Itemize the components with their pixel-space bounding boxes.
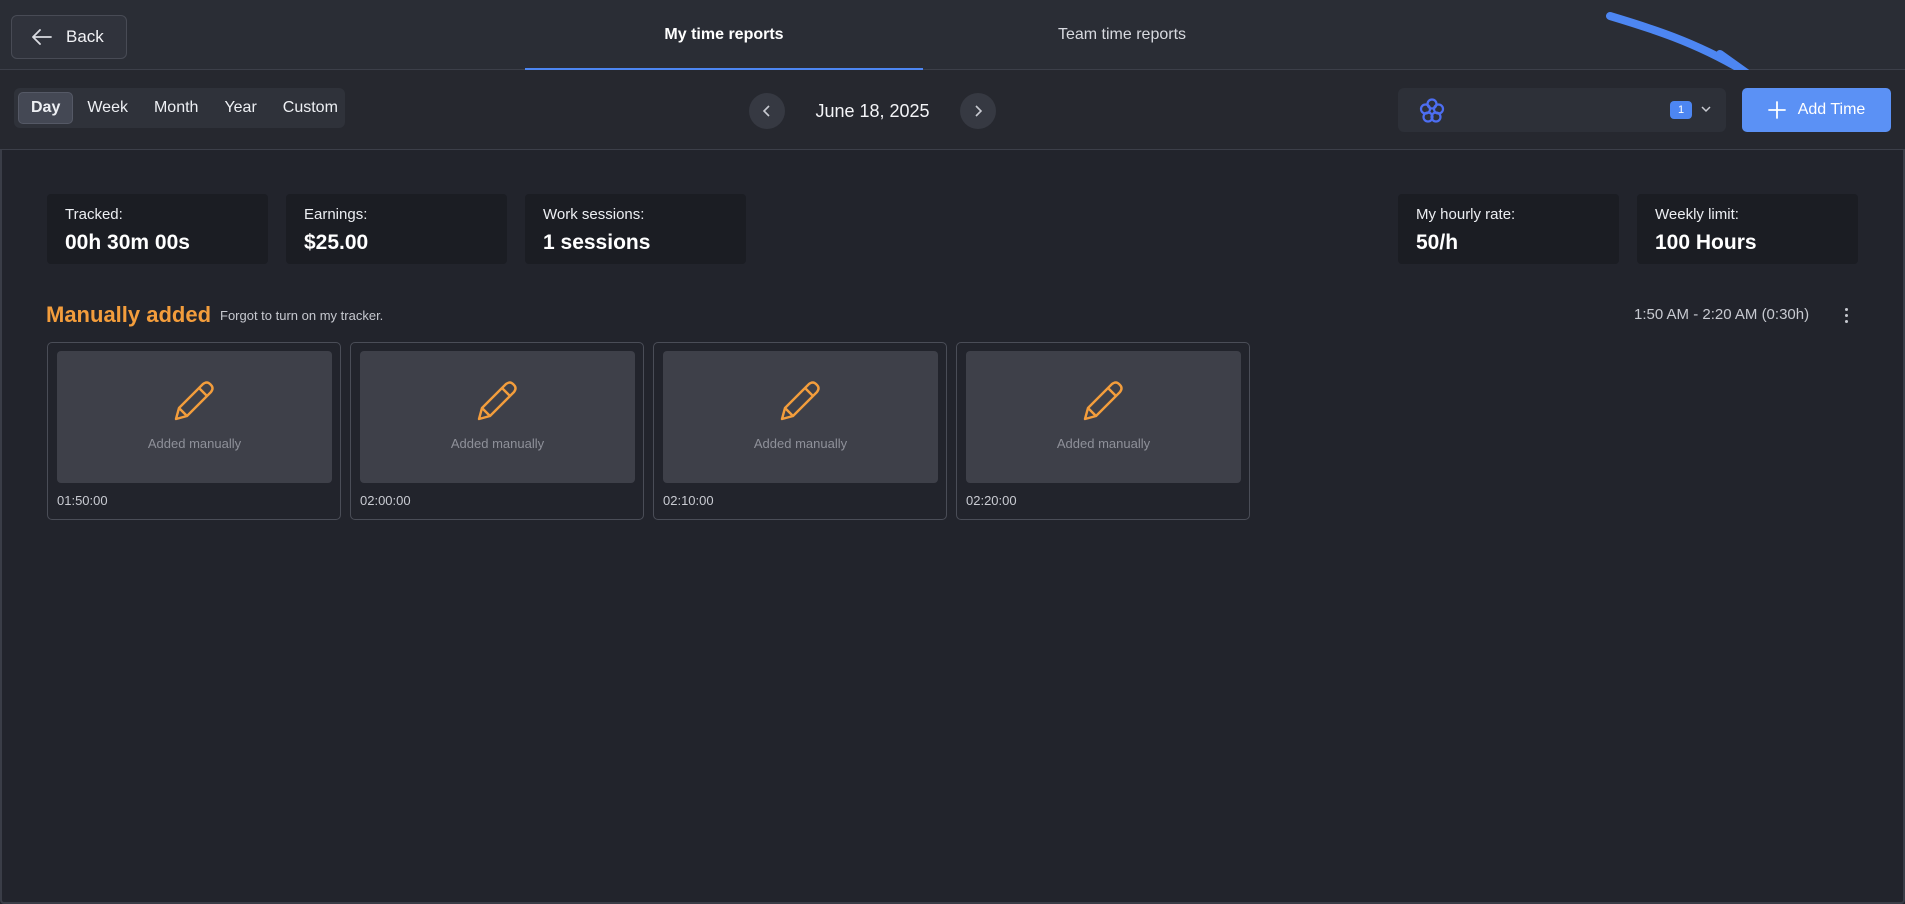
tab-label: Team time reports [1057, 26, 1187, 43]
period-selector: Day Week Month Year Custom [14, 88, 345, 128]
stat-tracked: Tracked: 00h 30m 00s [47, 194, 268, 264]
project-flower-icon [1419, 98, 1445, 123]
stat-label: Earnings: [304, 206, 368, 223]
pencil-icon [780, 381, 820, 421]
stat-value: 1 sessions [543, 231, 651, 254]
pencil-icon [477, 381, 517, 421]
entry-thumbnail: Added manually [966, 351, 1241, 483]
time-entry-card[interactable]: Added manually 02:00:00 [350, 342, 644, 520]
period-day[interactable]: Day [18, 92, 74, 124]
next-date-button[interactable] [960, 93, 996, 129]
time-entry-card[interactable]: Added manually 02:10:00 [653, 342, 947, 520]
entry-thumbnail: Added manually [57, 351, 332, 483]
selected-count-badge: 1 [1670, 101, 1692, 119]
entry-thumbnail: Added manually [663, 351, 938, 483]
entry-caption: Added manually [1056, 436, 1151, 451]
stat-value: 00h 30m 00s [65, 231, 190, 254]
back-button[interactable]: Back [11, 15, 127, 59]
chevron-down-icon [1701, 106, 1711, 113]
session-time-range: 1:50 AM - 2:20 AM (0:30h) [1634, 306, 1810, 323]
stat-label: My hourly rate: [1416, 206, 1516, 223]
date-toolbar: Day Week Month Year Custom June 18, 2025… [0, 70, 1905, 150]
stat-earnings: Earnings: $25.00 [286, 194, 507, 264]
stat-label: Work sessions: [543, 206, 645, 223]
period-year[interactable]: Year [212, 92, 268, 124]
stat-value: 100 Hours [1655, 231, 1757, 254]
stat-hourly-rate: My hourly rate: 50/h [1398, 194, 1619, 264]
tab-label: My time reports [664, 26, 784, 43]
stat-value: 50/h [1416, 231, 1459, 254]
tab-my-time-reports[interactable]: My time reports [525, 0, 923, 71]
entry-caption: Added manually [147, 436, 242, 451]
dot-icon [1844, 319, 1848, 323]
pencil-icon [174, 381, 214, 421]
entry-time: 02:20:00 [966, 493, 1017, 508]
entry-time: 02:10:00 [663, 493, 714, 508]
pencil-icon [1083, 381, 1123, 421]
session-title: Manually added [46, 302, 212, 327]
plus-icon [1767, 101, 1786, 119]
current-date: June 18, 2025 [815, 100, 930, 121]
period-custom[interactable]: Custom [271, 92, 350, 124]
period-month[interactable]: Month [142, 92, 210, 124]
stat-work-sessions: Work sessions: 1 sessions [525, 194, 746, 264]
dot-icon [1844, 313, 1848, 317]
tab-team-time-reports[interactable]: Team time reports [923, 0, 1321, 70]
stat-label: Weekly limit: [1655, 206, 1739, 223]
back-label: Back [66, 27, 104, 46]
session-note: Forgot to turn on my tracker. [220, 308, 384, 323]
period-week[interactable]: Week [75, 92, 140, 124]
stat-weekly-limit: Weekly limit: 100 Hours [1637, 194, 1858, 264]
chevron-right-icon [975, 105, 983, 117]
dot-icon [1844, 307, 1848, 311]
entry-caption: Added manually [753, 436, 848, 451]
top-bar: Back My time reports Team time reports [0, 0, 1905, 86]
stat-label: Tracked: [65, 206, 123, 223]
chevron-left-icon [762, 105, 770, 117]
session-more-options-button[interactable] [1836, 302, 1856, 328]
time-entry-card[interactable]: Added manually 01:50:00 [47, 342, 341, 520]
entry-caption: Added manually [450, 436, 545, 451]
arrow-left-icon [32, 29, 52, 45]
add-time-label: Add Time [1797, 101, 1866, 118]
entry-time: 02:00:00 [360, 493, 411, 508]
previous-date-button[interactable] [749, 93, 785, 129]
time-entry-card[interactable]: Added manually 02:20:00 [956, 342, 1250, 520]
entry-time: 01:50:00 [57, 493, 108, 508]
entry-thumbnail: Added manually [360, 351, 635, 483]
stat-value: $25.00 [304, 231, 369, 254]
project-select[interactable]: 1 [1398, 88, 1726, 132]
add-time-button[interactable]: Add Time [1742, 88, 1891, 132]
